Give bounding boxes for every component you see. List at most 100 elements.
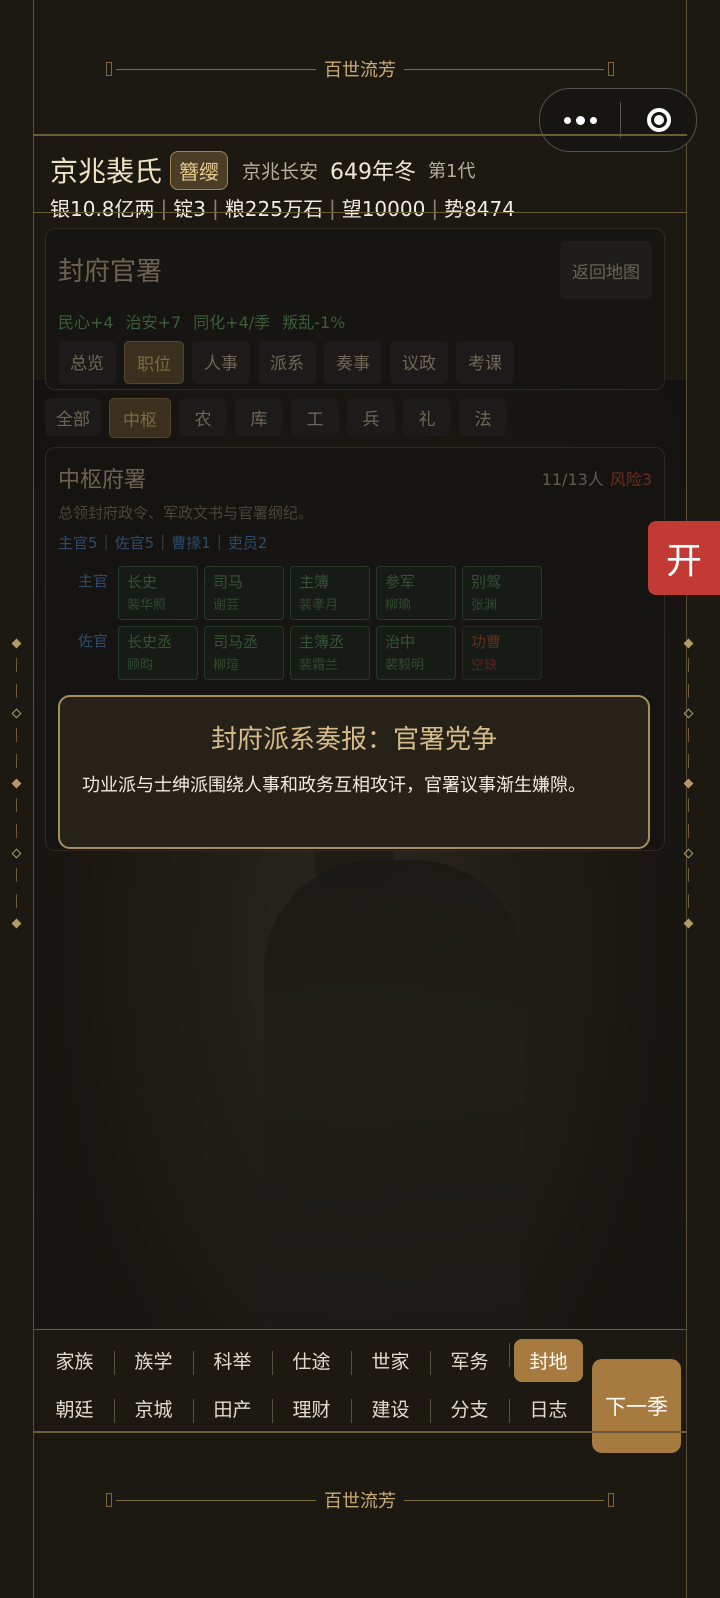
summary-item: 吏员2 (227, 534, 268, 552)
resource-stats: 银10.8亿两 | 锭3 | 粮225万石 | 望10000 | 势8474 (50, 193, 515, 222)
bottom-nav: 家族 族学 科举 仕途 世家 军务 封地 朝廷 京城 田产 理财 建设 分支 日… (35, 1336, 595, 1432)
office-slot[interactable]: 治中 裴毅明 (376, 626, 456, 680)
nav-row: 朝廷 京城 田产 理财 建设 分支 日志 (35, 1384, 595, 1432)
summary-item: 佐官5 (114, 534, 155, 552)
office-slot[interactable]: 别驾 张渊 (462, 566, 542, 620)
stat-ingot: 锭3 (173, 197, 207, 221)
house-header: 京兆裴氏 簪缨 京兆长安 649年冬 第1代 (50, 150, 475, 190)
office-title: 封府官署 (58, 257, 163, 287)
nav-court[interactable]: 朝廷 (35, 1395, 114, 1422)
ornament-title: 百世流芳 (324, 1491, 396, 1512)
next-season-button[interactable]: 下一季 (592, 1359, 681, 1453)
left-side-ornament (11, 638, 23, 940)
tab-memorials[interactable]: 奏事 (324, 341, 382, 384)
office-panel: 封府官署 返回地图 民心+4 治安+7 同化+4/季 叛乱-1% 总览 职位 人… (45, 228, 665, 390)
nav-construction[interactable]: 建设 (351, 1395, 430, 1423)
nav-finance[interactable]: 理财 (272, 1395, 351, 1423)
nav-estates[interactable]: 田产 (193, 1395, 272, 1423)
category-all[interactable]: 全部 (45, 398, 101, 436)
dialog-body: 功业派与士绅派围绕人事和政务互相攻讦，官署议事渐生嫌隙。 (82, 775, 586, 796)
more-dots-icon[interactable] (540, 115, 620, 125)
central-office-title: 中枢府署 (58, 468, 147, 493)
tab-council[interactable]: 议政 (390, 341, 448, 384)
category-tabs: 全部 中枢 农 库 工 兵 礼 法 (45, 398, 507, 438)
ornament-line (404, 1499, 604, 1501)
ornament-end (106, 1493, 112, 1507)
ornament-end (608, 62, 614, 76)
central-office-count: 11/13人 风险3 (542, 466, 652, 490)
house-generation: 第1代 (428, 161, 476, 182)
header-divider (33, 134, 687, 136)
category-works[interactable]: 工 (291, 398, 339, 436)
house-location: 京兆长安 (242, 160, 319, 183)
dialog-title: 封府派系奏报：官署党争 (210, 725, 497, 755)
nav-fief[interactable]: 封地 (509, 1338, 588, 1382)
category-agriculture[interactable]: 农 (179, 398, 227, 436)
stat-prestige: 望10000 (341, 197, 426, 221)
office-tabs: 总览 职位 人事 派系 奏事 议政 考课 (58, 341, 514, 384)
ornament-title: 百世流芳 (324, 60, 396, 81)
tab-evaluation[interactable]: 考课 (456, 341, 514, 384)
stat-silver: 银10.8亿两 (50, 197, 155, 221)
ornament-end (106, 62, 112, 76)
target-icon[interactable] (621, 108, 696, 132)
house-badge: 簪缨 (170, 150, 229, 190)
faction-report-dialog[interactable]: 封府派系奏报：官署党争 功业派与士绅派围绕人事和政务互相攻讦，官署议事渐生嫌隙。 (58, 695, 650, 849)
office-slot[interactable]: 主簿 裴孝月 (290, 566, 370, 620)
ornament-line (404, 68, 604, 70)
open-side-button[interactable]: 开 (648, 521, 720, 595)
effect-item: 叛乱-1% (282, 313, 346, 332)
top-ornament: 百世流芳 (33, 49, 687, 89)
office-slot-vacant[interactable]: 功曹 空缺 (462, 626, 542, 680)
nav-capital[interactable]: 京城 (114, 1395, 193, 1423)
nav-clan-school[interactable]: 族学 (114, 1347, 193, 1375)
office-slot[interactable]: 参军 柳瑜 (376, 566, 456, 620)
office-slot[interactable]: 司马丞 柳瑄 (204, 626, 284, 680)
row-label-deputy: 佐官 (78, 632, 109, 650)
office-slot[interactable]: 司马 谢芸 (204, 566, 284, 620)
category-law[interactable]: 法 (459, 398, 507, 436)
tab-overview[interactable]: 总览 (58, 341, 116, 384)
capsule-menu (539, 88, 697, 152)
central-office-description: 总领封府政令、军政文书与官署纲纪。 (58, 504, 314, 522)
category-military[interactable]: 兵 (347, 398, 395, 436)
tab-positions[interactable]: 职位 (124, 341, 184, 384)
back-to-map-button[interactable]: 返回地图 (560, 241, 652, 299)
right-side-ornament (683, 638, 695, 940)
office-slot[interactable]: 主簿丞 裴霜兰 (290, 626, 370, 680)
house-name: 京兆裴氏 (50, 155, 163, 188)
figure-robe (264, 860, 524, 1330)
stat-power: 势8474 (444, 197, 515, 221)
ornament-end (608, 1493, 614, 1507)
nav-branches[interactable]: 分支 (430, 1395, 509, 1423)
risk-badge: 风险3 (609, 470, 652, 489)
nav-row: 家族 族学 科举 仕途 世家 军务 封地 (35, 1336, 595, 1384)
nav-family[interactable]: 家族 (35, 1347, 114, 1374)
bottom-ornament: 百世流芳 (33, 1480, 687, 1520)
summary-item: 主官5 (58, 534, 98, 552)
nav-career[interactable]: 仕途 (272, 1347, 351, 1375)
summary-item: 曹掾1 (171, 534, 211, 552)
effect-item: 同化+4/季 (193, 313, 271, 332)
effect-item: 民心+4 (58, 313, 114, 332)
tab-personnel[interactable]: 人事 (192, 341, 250, 384)
nav-noble-houses[interactable]: 世家 (351, 1347, 430, 1375)
nav-log[interactable]: 日志 (509, 1395, 588, 1423)
nav-bottom-divider (33, 1431, 687, 1433)
category-rites[interactable]: 礼 (403, 398, 451, 436)
central-office-summary: 主官5 | 佐官5 | 曹掾1 | 吏员2 (58, 532, 268, 552)
office-effects: 民心+4 治安+7 同化+4/季 叛乱-1% (58, 309, 345, 333)
effect-item: 治安+7 (125, 313, 182, 332)
nav-military[interactable]: 军务 (430, 1347, 509, 1375)
category-treasury[interactable]: 库 (235, 398, 283, 436)
header-divider-bottom (33, 212, 687, 213)
office-slot[interactable]: 长史 裴华照 (118, 566, 198, 620)
row-label-chief: 主官 (78, 572, 109, 590)
nav-exam[interactable]: 科举 (193, 1347, 272, 1375)
ornament-line (116, 68, 316, 70)
category-central[interactable]: 中枢 (109, 398, 171, 438)
tab-factions[interactable]: 派系 (258, 341, 316, 384)
office-slot[interactable]: 长史丞 顾昀 (118, 626, 198, 680)
ornament-line (116, 1499, 316, 1501)
house-year: 649年冬 (330, 160, 417, 185)
